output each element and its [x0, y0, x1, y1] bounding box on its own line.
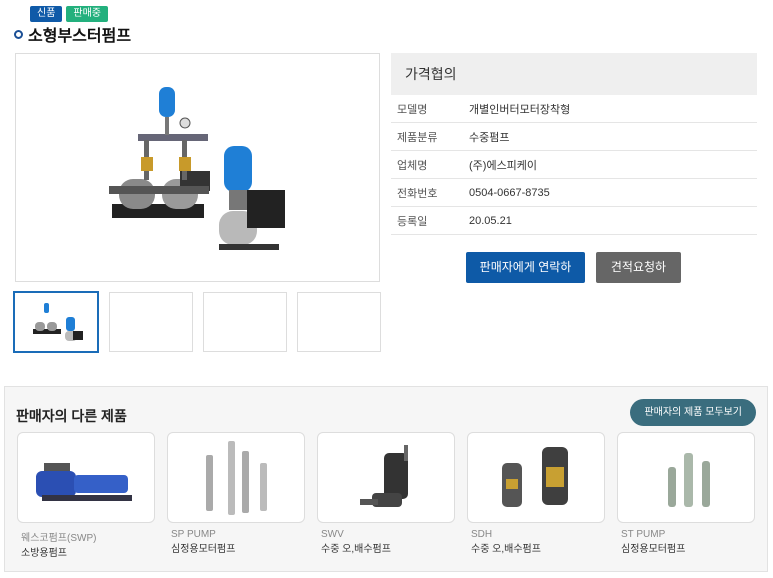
product-card-image	[17, 432, 155, 523]
product-card-model: 웨스코펌프(SWP)	[21, 533, 97, 544]
view-all-products-button[interactable]: 판매자의 제품 모두보기	[630, 399, 756, 426]
product-info-panel: 가격협의 모델명 개별인버터모터장착형 제품분류 수중펌프 업체명 (주)에스피…	[391, 53, 757, 235]
spec-row-company: 업체명 (주)에스피케이	[391, 151, 757, 179]
product-card-model: SWV	[321, 529, 344, 540]
product-card[interactable]: SDH 수중 오,배수펌프	[467, 432, 605, 559]
product-title-row: 소형부스터펌프	[14, 22, 131, 46]
page-title: 소형부스터펌프	[28, 28, 132, 45]
product-card-name: 수중 오,배수펌프	[471, 544, 541, 555]
product-card-name: 심정용모터펌프	[171, 544, 236, 555]
product-card-image	[317, 432, 455, 523]
badge-new: 신품	[30, 6, 63, 22]
product-card-list: 웨스코펌프(SWP) 소방용펌프 SP PUMP 심정용모터펌프 SWV 수중 …	[17, 432, 755, 559]
product-card-image	[617, 432, 755, 523]
thumbnail-strip	[13, 291, 381, 353]
spec-row-category: 제품분류 수중펌프	[391, 123, 757, 151]
product-main-image[interactable]	[15, 53, 380, 282]
spec-label: 제품분류	[397, 131, 438, 144]
product-card-model: ST PUMP	[621, 529, 666, 540]
spec-value: 20.05.21	[469, 214, 512, 227]
drainage-pumps-image	[502, 447, 568, 507]
action-buttons: 판매자에게 연락하기 견적요청하기	[466, 252, 681, 305]
request-quote-button[interactable]: 견적요청하기	[596, 252, 681, 305]
product-card-name: 소방용펌프	[21, 548, 67, 559]
product-card[interactable]: 웨스코펌프(SWP) 소방용펌프	[17, 432, 155, 559]
contact-seller-button[interactable]: 판매자에게 연락하기	[466, 252, 585, 305]
thumbnail-2[interactable]	[109, 292, 193, 352]
booster-pump-thumb-image	[33, 303, 83, 341]
spec-row-model: 모델명 개별인버터모터장착형	[391, 95, 757, 123]
spec-row-phone: 전화번호 0504-0667-8735	[391, 179, 757, 207]
spec-label: 업체명	[397, 159, 428, 172]
spec-label: 등록일	[397, 215, 428, 228]
spec-value: 0504-0667-8735	[469, 186, 550, 199]
product-card-image	[167, 432, 305, 523]
status-badges: 신품 판매중	[30, 6, 109, 22]
product-card-model: SP PUMP	[171, 529, 216, 540]
deep-well-pumps-image	[668, 453, 710, 507]
product-card-name: 수중 오,배수펌프	[321, 544, 391, 555]
badge-on-sale: 판매중	[66, 6, 109, 22]
spec-row-registered: 등록일 20.05.21	[391, 207, 757, 235]
thumbnail-3[interactable]	[203, 292, 287, 352]
price-label: 가격협의	[391, 53, 757, 95]
spec-value: 개별인버터모터장착형	[469, 103, 571, 116]
thumbnail-4[interactable]	[297, 292, 381, 352]
multistage-pump-image	[36, 463, 132, 501]
product-card[interactable]: ST PUMP 심정용모터펌프	[617, 432, 755, 559]
booster-pump-image	[109, 87, 285, 250]
sewage-pump-image	[360, 445, 408, 507]
spec-value: 수중펌프	[469, 131, 510, 144]
section-title: 판매자의 다른 제품	[16, 408, 127, 424]
product-card[interactable]: SP PUMP 심정용모터펌프	[167, 432, 305, 559]
product-card-name: 심정용모터펌프	[621, 544, 686, 555]
submersible-pumps-image	[206, 441, 267, 515]
seller-other-products: 판매자의 다른 제품 판매자의 제품 모두보기 웨스코펌프(SWP) 소방용펌프	[4, 386, 768, 572]
thumbnail-1[interactable]	[13, 291, 99, 353]
bullet-ring-icon	[14, 29, 23, 39]
product-card-model: SDH	[471, 529, 493, 540]
product-card[interactable]: SWV 수중 오,배수펌프	[317, 432, 455, 559]
spec-label: 전화번호	[397, 187, 438, 200]
spec-value: (주)에스피케이	[469, 159, 538, 172]
product-card-image	[467, 432, 605, 523]
spec-label: 모델명	[397, 103, 428, 116]
